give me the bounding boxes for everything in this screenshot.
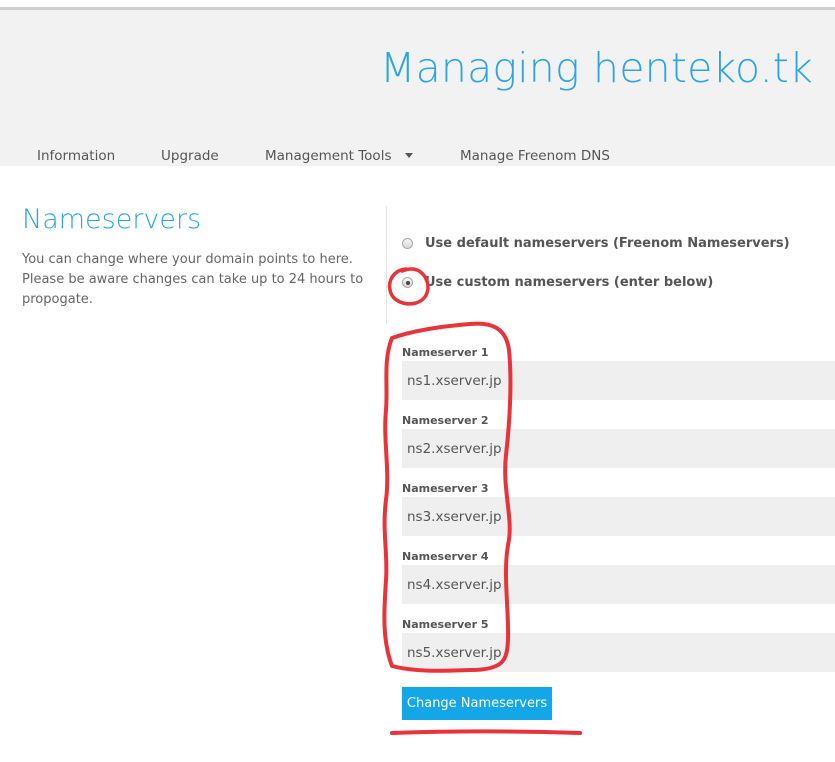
nameserver-5-input[interactable] (402, 633, 835, 672)
domain-nav: Information Upgrade Management Tools Man… (0, 136, 835, 176)
default-nameservers-option[interactable]: Use default nameservers (Freenom Nameser… (402, 236, 790, 251)
nameserver-2-label: Nameserver 2 (402, 414, 489, 427)
nameserver-3-input[interactable] (402, 497, 835, 536)
page-header: Managing henteko.tk Information Upgrade … (0, 10, 835, 166)
nav-item-manage-freenom-dns[interactable]: Manage Freenom DNS (460, 148, 610, 164)
custom-nameservers-option[interactable]: Use custom nameservers (enter below) (402, 275, 713, 290)
default-nameservers-radio[interactable] (402, 238, 413, 249)
nameserver-5-label: Nameserver 5 (402, 618, 489, 631)
nav-item-upgrade[interactable]: Upgrade (161, 148, 219, 164)
nameserver-4-label: Nameserver 4 (402, 550, 489, 563)
section-title: Nameservers (22, 204, 202, 235)
caret-down-icon (405, 152, 414, 158)
nameserver-2-input[interactable] (402, 429, 835, 468)
default-nameservers-label: Use default nameservers (Freenom Nameser… (425, 236, 790, 251)
nameserver-1-label: Nameserver 1 (402, 346, 489, 359)
custom-nameservers-label: Use custom nameservers (enter below) (425, 275, 714, 290)
nameserver-3-label: Nameserver 3 (402, 482, 489, 495)
top-border (0, 0, 835, 10)
custom-nameservers-radio[interactable] (402, 277, 413, 288)
column-divider (386, 206, 387, 324)
nav-item-information[interactable]: Information (37, 148, 115, 164)
section-description: You can change where your domain points … (22, 252, 364, 307)
nav-item-label: Management Tools (265, 148, 392, 164)
nameserver-1-input[interactable] (402, 361, 835, 400)
nameserver-4-input[interactable] (402, 565, 835, 604)
nav-item-management-tools[interactable]: Management Tools (265, 148, 414, 164)
change-nameservers-button[interactable]: Change Nameservers (402, 687, 552, 720)
annotation-underline (390, 729, 582, 735)
page-title: Managing henteko.tk (380, 44, 814, 92)
